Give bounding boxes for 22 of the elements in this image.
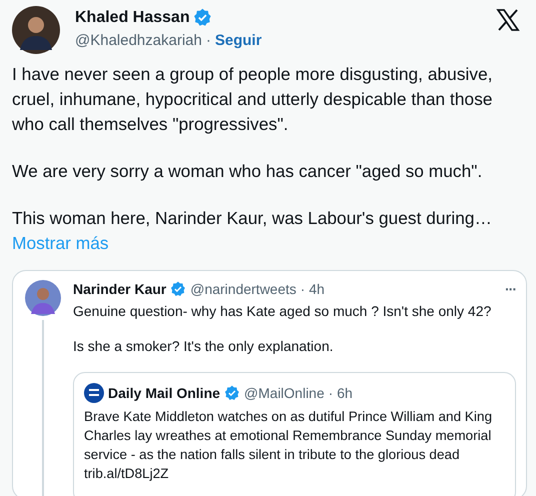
tweet-text: This woman here, Narinder Kaur, was Labour's guest during… Mostrar más: [12, 207, 493, 255]
tweet-text: I have never seen a group of people more disgusting, abusive, cruel, inhumane, hypocritical and utterly despicable than those who call themselves "progressives".: [12, 63, 494, 136]
quoted-author-handle: @narindertweets: [190, 281, 296, 297]
post-time: · 6h: [328, 385, 353, 401]
quoted-author-name: Narinder Kaur: [73, 281, 166, 297]
separator-dot: ·: [206, 32, 211, 49]
x-logo-icon[interactable]: [496, 8, 520, 32]
more-options-button[interactable]: ···: [505, 281, 516, 297]
quoted-tweet-card[interactable]: [12, 270, 527, 496]
nested-quote-link[interactable]: trib.al/tD8Lj2Z: [84, 464, 505, 483]
avatar-icon[interactable]: [12, 6, 60, 54]
nested-quote-card[interactable]: [73, 372, 516, 496]
quoted-tweet-text: Is she a smoker? It's the only explanation.: [73, 337, 334, 355]
author-handle: @Khaledhzakariah: [75, 32, 202, 49]
author-name: Khaled Hassan: [75, 8, 190, 26]
quoted-tweet-text: Genuine question- why has Kate aged so much ? Isn't she only 42?: [73, 302, 492, 320]
quoted-author-handle: @MailOnline: [244, 385, 324, 401]
post-time: · 4h: [300, 281, 325, 297]
quoted-author-name: Daily Mail Online: [108, 385, 220, 401]
news-logo-icon: [84, 383, 104, 403]
tweet-text: We are very sorry a woman who has cancer "aged so much".: [12, 160, 484, 183]
follow-link[interactable]: Seguir: [214, 32, 262, 49]
